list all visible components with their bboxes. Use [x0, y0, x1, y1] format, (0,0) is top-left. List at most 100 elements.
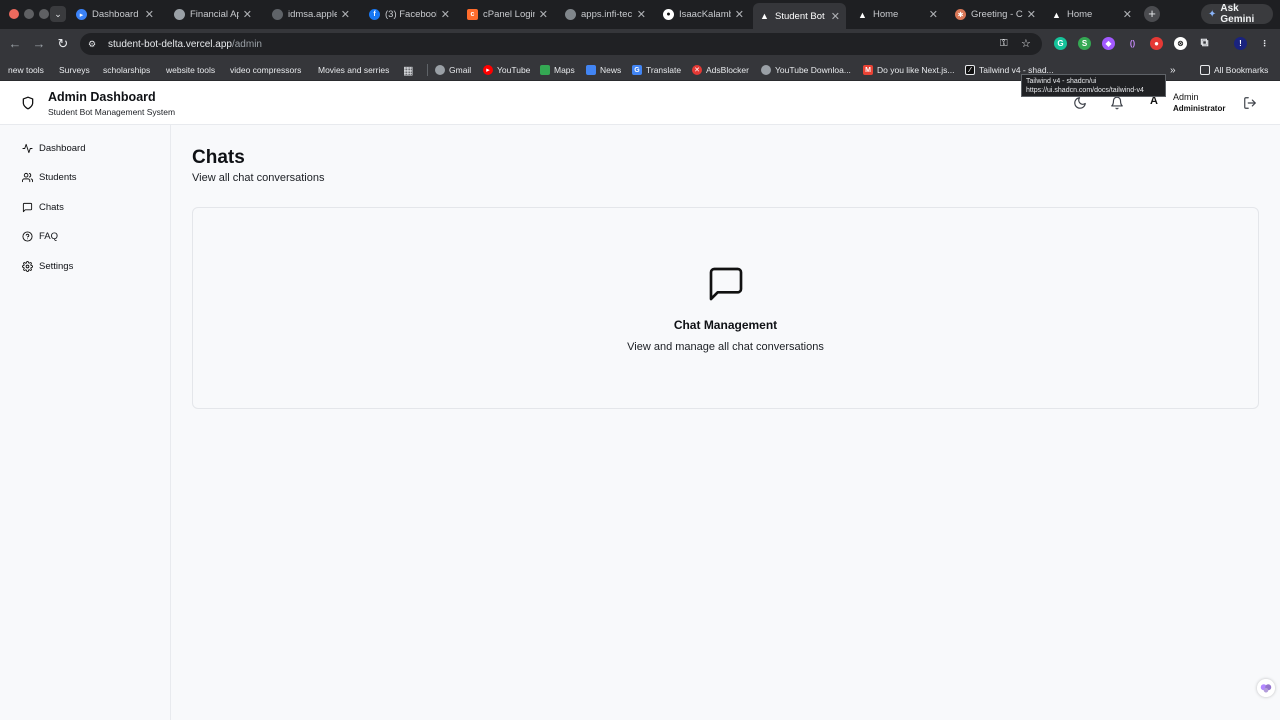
sidebar-item-chats[interactable]: Chats: [16, 196, 156, 218]
shield-icon: [22, 96, 34, 110]
more-bookmarks-icon[interactable]: »: [1170, 62, 1176, 78]
browser-tab[interactable]: ▲ Home ✕: [851, 3, 944, 26]
globe-icon: [565, 9, 576, 20]
tab-close-icon[interactable]: ✕: [145, 8, 154, 21]
globe-icon: [174, 9, 185, 20]
tab-close-icon[interactable]: ✕: [243, 8, 252, 21]
bookmark-folder[interactable]: video compressors: [230, 62, 301, 78]
logout-icon[interactable]: [1243, 96, 1257, 110]
users-icon: [22, 172, 33, 182]
window-minimize-button[interactable]: [24, 9, 34, 19]
tab-close-icon[interactable]: ✕: [1123, 8, 1132, 21]
tab-close-icon[interactable]: ✕: [1027, 8, 1036, 21]
browser-tab-active[interactable]: ▲ Student Bot ✕: [753, 3, 846, 29]
browser-tab[interactable]: c cPanel Login ✕: [461, 3, 554, 26]
moon-icon[interactable]: [1073, 96, 1087, 110]
bookmark-link[interactable]: ✕ AdsBlocker: [692, 62, 749, 78]
sidebar-item-students[interactable]: Students: [16, 166, 156, 188]
bookmark-folder[interactable]: website tools: [166, 62, 215, 78]
app-title: Admin Dashboard: [48, 90, 156, 104]
reload-icon[interactable]: ↻: [54, 35, 72, 53]
back-arrow-icon[interactable]: ←: [6, 35, 24, 53]
bookmark-folder[interactable]: new tools: [8, 62, 44, 78]
sidebar-item-settings[interactable]: Settings: [16, 255, 156, 277]
tab-close-icon[interactable]: ✕: [341, 8, 350, 21]
extension-icon[interactable]: (): [1126, 37, 1139, 50]
browser-tab[interactable]: ▸ Dashboard | ✕: [70, 3, 160, 26]
cpanel-icon: c: [467, 9, 478, 20]
puzzle-icon[interactable]: ⧉: [1198, 37, 1211, 50]
browser-tab[interactable]: f (3) Facebook ✕: [363, 3, 456, 26]
sidebar-item-dashboard[interactable]: Dashboard: [16, 137, 156, 159]
browser-tab-strip: ⌄ ▸ Dashboard | ✕ Financial App ✕ idmsa.…: [0, 0, 1280, 29]
bookmark-link[interactable]: Gmail: [435, 62, 471, 78]
browser-tab[interactable]: ✱ Greeting - Cl ✕: [949, 3, 1042, 26]
all-bookmarks-button[interactable]: All Bookmarks: [1200, 62, 1268, 78]
user-role: Administrator: [1173, 104, 1226, 113]
facebook-icon: f: [369, 9, 380, 20]
site-info-icon[interactable]: ⚙: [88, 39, 100, 50]
browser-tab[interactable]: idmsa.apple. ✕: [266, 3, 356, 26]
browser-tab[interactable]: ▲ Home ✕: [1045, 3, 1138, 26]
vscode-icon: ▸: [76, 9, 87, 20]
news-icon: [586, 65, 596, 75]
bookmark-link[interactable]: Maps: [540, 62, 575, 78]
more-vertical-icon[interactable]: ⋮: [1258, 37, 1271, 50]
profile-avatar-icon[interactable]: !: [1234, 37, 1247, 50]
password-key-icon[interactable]: ⚿: [1000, 38, 1008, 49]
ask-gemini-button[interactable]: ✦ Ask Gemini: [1201, 3, 1273, 25]
floating-assistant-icon[interactable]: [1257, 679, 1275, 697]
activity-icon: [22, 143, 33, 153]
bell-icon[interactable]: [1110, 96, 1124, 110]
bookmark-link[interactable]: ▸ YouTube: [483, 62, 530, 78]
page-subtitle: View all chat conversations: [192, 172, 325, 184]
browser-tab[interactable]: ● IsaacKalamb ✕: [657, 3, 750, 26]
bookmark-folder[interactable]: Surveys: [59, 62, 90, 78]
bookmark-folder[interactable]: scholarships: [103, 62, 150, 78]
bookmark-link[interactable]: M Do you like Next.js...: [863, 62, 954, 78]
bookmark-link[interactable]: News: [586, 62, 621, 78]
translate-icon: G: [632, 65, 642, 75]
tab-close-icon[interactable]: ✕: [539, 8, 548, 21]
extension-icon[interactable]: ●: [1150, 37, 1163, 50]
bookmark-tooltip: Tailwind v4 - shadcn/ui https://ui.shadc…: [1021, 74, 1166, 97]
bookmark-link[interactable]: G Translate: [632, 62, 681, 78]
folder-icon: [1200, 65, 1210, 75]
browser-tab[interactable]: apps.infi-tec ✕: [559, 3, 652, 26]
extension-icon[interactable]: ⊗: [1174, 37, 1187, 50]
tab-close-icon[interactable]: ✕: [441, 8, 450, 21]
tab-close-icon[interactable]: ✕: [637, 8, 646, 21]
tab-search-icon[interactable]: ⌄: [50, 6, 66, 22]
forward-arrow-icon[interactable]: →: [30, 35, 48, 53]
bookmark-link[interactable]: YouTube Downloa...: [761, 62, 851, 78]
bookmark-folder[interactable]: Movies and serries: [318, 62, 389, 78]
tab-close-icon[interactable]: ✕: [929, 8, 938, 21]
browser-tab[interactable]: Financial App ✕: [168, 3, 258, 26]
tab-close-icon[interactable]: ✕: [831, 10, 840, 23]
extension-icon[interactable]: S: [1078, 37, 1091, 50]
message-square-icon: [22, 202, 33, 212]
youtube-icon: ▸: [483, 65, 493, 75]
settings-icon: [22, 260, 33, 272]
user-info: Admin Administrator: [1173, 92, 1225, 114]
window-maximize-button[interactable]: [39, 9, 49, 19]
avatar[interactable]: A: [1147, 95, 1161, 111]
tab-close-icon[interactable]: ✕: [735, 8, 744, 21]
gmail-icon: M: [863, 65, 873, 75]
bookmark-star-icon[interactable]: ☆: [1021, 37, 1031, 50]
grammarly-extension-icon[interactable]: G: [1054, 37, 1067, 50]
sidebar-item-faq[interactable]: FAQ: [16, 225, 156, 247]
chat-management-card: Chat Management View and manage all chat…: [192, 207, 1259, 409]
apps-grid-icon[interactable]: ▦: [403, 62, 413, 78]
url-text[interactable]: student-bot-delta.vercel.app/admin: [108, 39, 262, 50]
extension-icon[interactable]: ◆: [1102, 37, 1115, 50]
bookmark-separator: [427, 64, 428, 76]
address-bar[interactable]: ⚙ student-bot-delta.vercel.app/admin ⚿ ☆: [80, 33, 1042, 55]
new-tab-button[interactable]: +: [1144, 6, 1160, 22]
maps-icon: [540, 65, 550, 75]
globe-icon: [761, 65, 771, 75]
window-close-button[interactable]: [9, 9, 19, 19]
card-description: View and manage all chat conversations: [627, 341, 824, 353]
globe-icon: [435, 65, 445, 75]
claude-icon: ✱: [955, 9, 966, 20]
